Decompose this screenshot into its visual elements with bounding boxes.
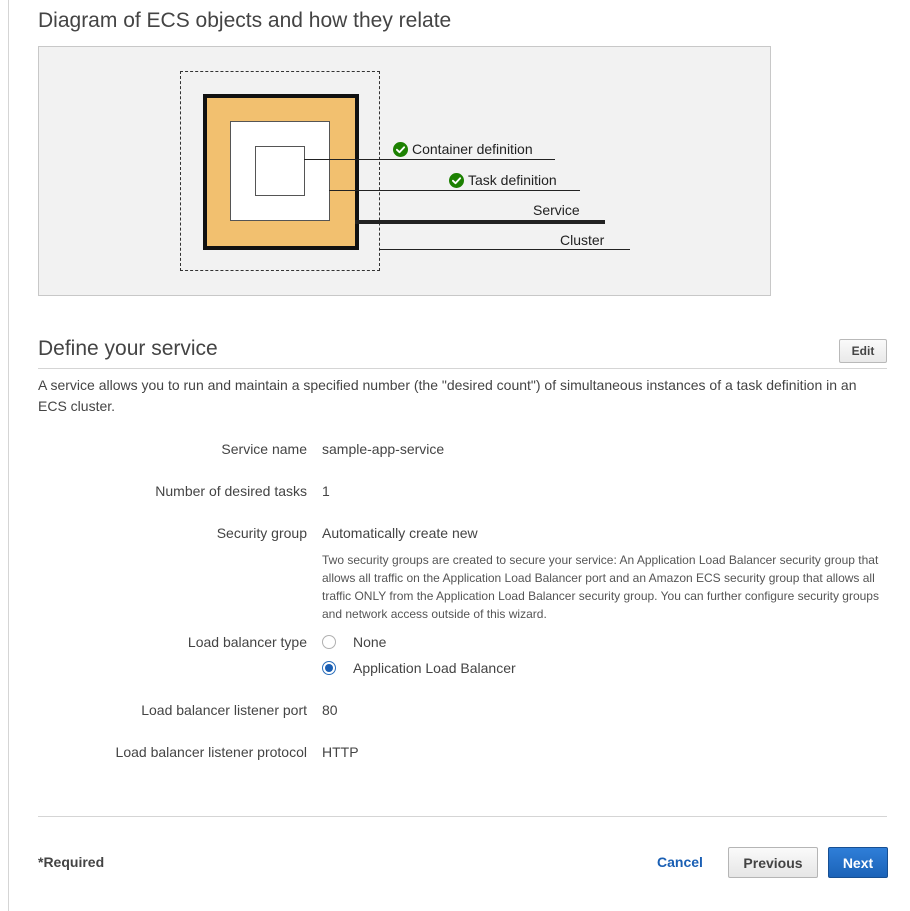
task-definition-text: Task definition xyxy=(468,172,557,188)
desired-tasks-value: 1 xyxy=(322,483,330,499)
service-line xyxy=(355,220,605,224)
desired-tasks-label: Number of desired tasks xyxy=(155,483,307,499)
edit-button[interactable]: Edit xyxy=(839,339,887,363)
next-button[interactable]: Next xyxy=(828,847,888,878)
radio-application-load-balancer[interactable] xyxy=(322,661,336,675)
security-group-label: Security group xyxy=(216,525,307,541)
load-balancer-type-label: Load balancer type xyxy=(187,634,307,650)
container-definition-line xyxy=(304,159,555,160)
listener-protocol-label: Load balancer listener protocol xyxy=(115,744,307,760)
check-circle-icon xyxy=(449,172,464,188)
listener-port-value: 80 xyxy=(322,702,338,718)
container-definition-label: Container definition xyxy=(393,141,533,157)
security-group-value: Automatically create new xyxy=(322,525,478,541)
cluster-text: Cluster xyxy=(560,232,605,248)
radio-none[interactable] xyxy=(322,635,336,649)
previous-button[interactable]: Previous xyxy=(728,847,818,878)
task-definition-line xyxy=(329,190,580,191)
service-text: Service xyxy=(533,202,580,218)
cluster-line xyxy=(379,249,630,250)
service-label: Service xyxy=(533,202,580,218)
ecs-diagram: Container definition Task definition Ser… xyxy=(38,46,771,296)
cluster-label: Cluster xyxy=(560,232,604,248)
left-divider xyxy=(8,0,9,911)
radio-option-none[interactable]: None xyxy=(322,634,386,650)
security-group-help: Two security groups are created to secur… xyxy=(322,553,879,621)
diagram-title: Diagram of ECS objects and how they rela… xyxy=(38,9,452,32)
radio-none-label[interactable]: None xyxy=(353,634,386,650)
footer-divider xyxy=(38,816,887,817)
listener-protocol-value: HTTP xyxy=(322,744,359,760)
task-definition-label: Task definition xyxy=(449,172,557,188)
service-name-label: Service name xyxy=(221,441,307,457)
radio-option-application-load-balancer[interactable]: Application Load Balancer xyxy=(322,660,516,676)
listener-port-label: Load balancer listener port xyxy=(141,702,307,718)
section-divider xyxy=(38,368,887,369)
section-description: A service allows you to run and maintain… xyxy=(38,377,857,414)
check-circle-icon xyxy=(393,141,408,157)
cancel-button[interactable]: Cancel xyxy=(657,854,703,870)
container-definition-text: Container definition xyxy=(412,141,533,157)
section-title: Define your service xyxy=(38,337,218,360)
required-note: *Required xyxy=(38,854,105,870)
service-name-value: sample-app-service xyxy=(322,441,445,457)
page: Diagram of ECS objects and how they rela… xyxy=(0,0,910,911)
radio-application-load-balancer-label[interactable]: Application Load Balancer xyxy=(353,660,516,676)
container-definition-box xyxy=(255,146,305,196)
